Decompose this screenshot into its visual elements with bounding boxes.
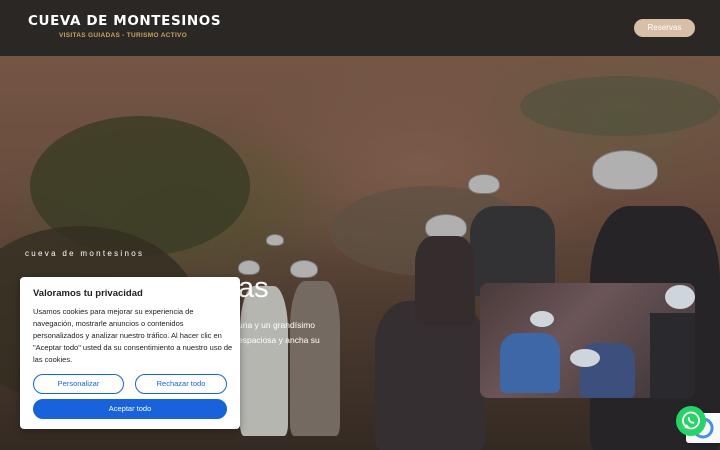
caver-helmet (665, 285, 695, 309)
caver-figure (650, 313, 695, 398)
cookie-title: Valoramos tu privacidad (33, 288, 143, 299)
cookie-consent-dialog: Valoramos tu privacidad Usamos cookies p… (20, 277, 240, 429)
caver-helmet (530, 311, 554, 327)
hero-title: as (238, 272, 269, 304)
whatsapp-chat-button[interactable] (676, 406, 706, 436)
hero-text-line: una y un grandísimo (238, 320, 316, 330)
caver-figure (500, 333, 560, 393)
accept-all-button[interactable]: Aceptar todo (33, 399, 227, 419)
whatsapp-icon (682, 411, 700, 430)
reservas-button[interactable]: Reservas (634, 19, 695, 37)
site-header: CUEVA DE MONTESINOS VISITAS GUIADAS - TU… (0, 0, 720, 56)
hero-kicker: cueva de montesinos (25, 249, 145, 258)
cave-photo (480, 283, 695, 398)
customize-button[interactable]: Personalizar (33, 374, 124, 394)
logo-title[interactable]: CUEVA DE MONTESINOS (28, 13, 221, 29)
hero-text-line: espaciosa y ancha su (238, 335, 320, 345)
logo-subtitle: VISITAS GUIADAS - TURISMO ACTIVO (59, 32, 188, 39)
reject-all-button[interactable]: Rechazar todo (135, 374, 227, 394)
cookie-description: Usamos cookies para mejorar su experienc… (33, 307, 233, 364)
caver-helmet (570, 349, 600, 367)
